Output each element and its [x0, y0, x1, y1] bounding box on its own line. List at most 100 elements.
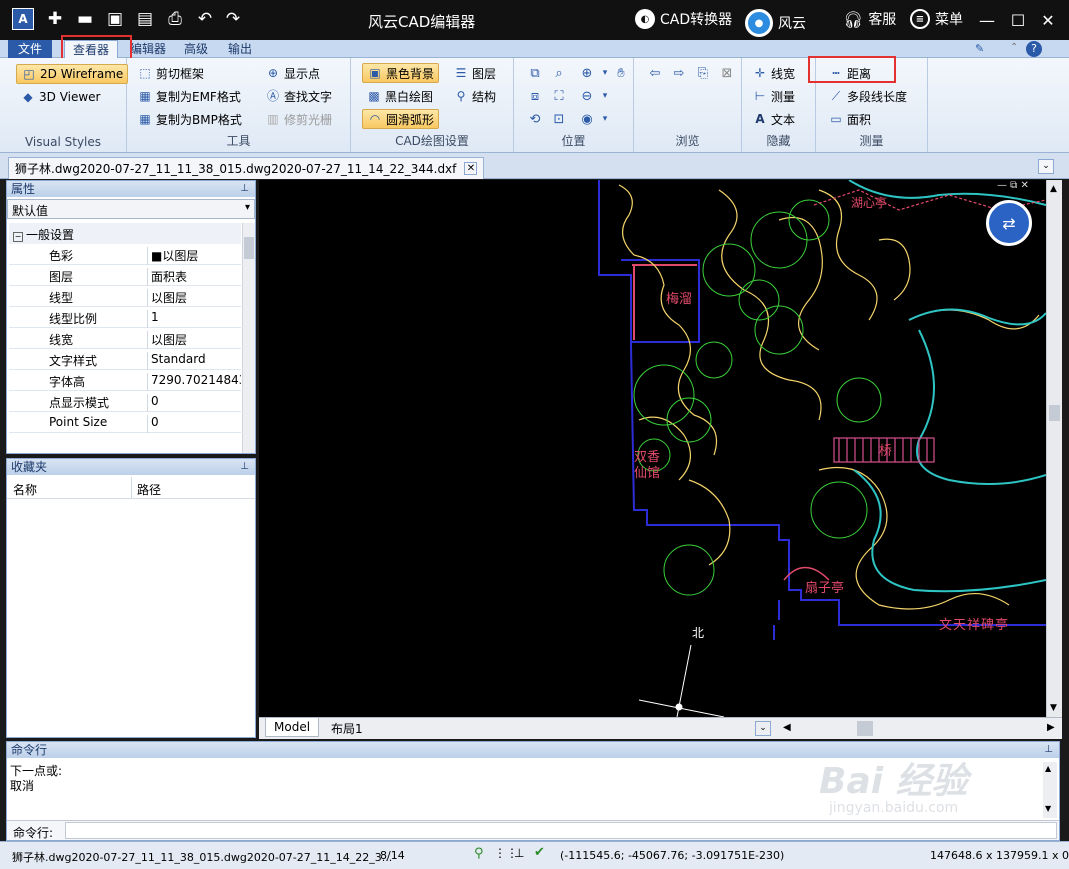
property-row[interactable]: 线宽 以图层 — [9, 328, 241, 349]
help-icon[interactable]: ? — [1026, 41, 1042, 57]
pan-window-icon[interactable]: ⧉ — [526, 64, 544, 82]
copy-bmp-button[interactable]: ▦ 复制为BMP格式 — [137, 109, 242, 129]
collapse-ribbon-icon[interactable]: ⌃ — [1010, 42, 1018, 53]
trim-raster-button[interactable]: ▥ 修剪光栅 — [265, 109, 332, 129]
line-width-button[interactable]: ✛ 线宽 — [752, 63, 795, 83]
property-row[interactable]: 图层 面积表 — [9, 265, 241, 286]
save-icon[interactable]: ▣ — [104, 8, 126, 30]
zoom-extents-icon[interactable]: ⛶ — [550, 87, 568, 105]
text-hide-button[interactable]: A 文本 — [752, 109, 795, 129]
zoom-window-icon[interactable]: ⌕ — [550, 64, 568, 82]
open-folder-icon[interactable]: ▬ — [74, 8, 96, 30]
cad-converter-button[interactable]: ◐ CAD转换器 — [635, 9, 732, 29]
property-row[interactable]: Point Size 0 — [9, 412, 241, 433]
pan-hand-icon[interactable]: ✋︎ — [612, 64, 630, 82]
canvas-vertical-scrollbar[interactable]: ▲ ▼ — [1046, 180, 1062, 717]
horizontal-scroll-thumb[interactable] — [857, 721, 873, 736]
document-tab[interactable]: 狮子林.dwg2020-07-27_11_11_38_015.dwg2020-0… — [8, 157, 485, 179]
command-input[interactable] — [65, 822, 1057, 839]
pin-icon[interactable]: ⊥ — [240, 459, 249, 475]
zoom-previous-icon[interactable]: ⊡ — [550, 110, 568, 128]
layout-dropdown-icon[interactable]: ⌄ — [755, 721, 771, 736]
fit-width-icon[interactable]: ⧈ — [526, 87, 544, 105]
copy-emf-button[interactable]: ▦ 复制为EMF格式 — [137, 86, 241, 106]
copy-view-icon[interactable]: ⎘ — [694, 64, 712, 82]
close-icon[interactable]: ✕ — [1036, 8, 1060, 32]
zoom-out-dropdown-icon[interactable]: ▾ — [596, 87, 614, 105]
scroll-left-icon[interactable]: ◀ — [783, 722, 791, 733]
column-name[interactable]: 名称 — [13, 481, 37, 498]
scroll-thumb[interactable] — [244, 237, 254, 259]
highlight-distance-button — [808, 56, 896, 83]
polyline-length-button[interactable]: ⟋ 多段线长度 — [828, 86, 907, 106]
property-name: 字体高 — [49, 375, 86, 389]
scroll-up-icon[interactable]: ▲ — [1050, 184, 1057, 194]
arrow-left-icon[interactable]: ⇦ — [646, 64, 664, 82]
drawing-canvas[interactable]: 湖心亭 梅溜 双香 仙馆 桥 扇子亭 文天祥碑亭 北 ⇄ — ⧉ ✕ — [259, 180, 1046, 717]
property-row[interactable]: 字体高 7290.702148438 — [9, 370, 241, 391]
column-path[interactable]: 路径 — [137, 481, 161, 498]
structure-button[interactable]: ⚲ 结构 — [453, 86, 496, 106]
headset-icon: 🎧︎ — [843, 9, 864, 29]
new-file-icon[interactable]: ✚ — [44, 8, 66, 30]
paste-view-icon[interactable]: ⊠ — [718, 64, 736, 82]
save-as-icon[interactable]: ▤ — [134, 8, 156, 30]
property-row[interactable]: 点显示模式 0 — [9, 391, 241, 412]
minimize-icon[interactable]: — — [975, 8, 999, 32]
check-icon[interactable]: ✔ — [534, 845, 545, 860]
bw-drawing-button[interactable]: ▩ 黑白绘图 — [366, 86, 433, 106]
properties-scrollbar[interactable] — [242, 223, 255, 453]
viewport-controls-icon[interactable]: — ⧉ ✕ — [997, 180, 1029, 191]
measure-hide-button[interactable]: ⊢ 测量 — [752, 86, 795, 106]
fengyun-button[interactable]: ● 风云 — [745, 9, 806, 37]
redo-icon[interactable]: ↷ — [222, 8, 244, 30]
section-general[interactable]: − 一般设置 — [9, 223, 241, 244]
properties-header: 属性 ⊥ — [7, 181, 255, 197]
property-row[interactable]: 色彩 ■以图层 — [9, 244, 241, 265]
customer-service-button[interactable]: 🎧︎ 客服 — [843, 9, 896, 29]
orbit-icon[interactable]: ◉ — [578, 110, 596, 128]
print-icon[interactable]: ⎙ — [164, 8, 186, 30]
clip-frame-button[interactable]: ⬚ 剪切框架 — [137, 63, 204, 83]
translate-icon[interactable]: ⇄ — [986, 200, 1032, 246]
tab-list-dropdown-icon[interactable]: ⌄ — [1038, 159, 1054, 174]
zoom-in-icon[interactable]: ⊕ — [578, 64, 596, 82]
scroll-down-icon[interactable]: ▼ — [1045, 804, 1051, 813]
property-row[interactable]: 线型 以图层 — [9, 286, 241, 307]
show-points-button[interactable]: ⊕ 显示点 — [265, 63, 320, 83]
scroll-right-icon[interactable]: ▶ — [1047, 722, 1055, 733]
tab-file[interactable]: 文件 — [8, 40, 52, 58]
tab-layout1[interactable]: 布局1 — [325, 720, 369, 737]
tab-output[interactable]: 输出 — [220, 40, 260, 58]
viewer-3d-button[interactable]: ◆ 3D Viewer — [20, 87, 100, 107]
pin-icon[interactable]: ⊥ — [240, 181, 249, 197]
scroll-thumb[interactable] — [1049, 405, 1060, 421]
smooth-arc-button[interactable]: ◠ 圆滑弧形 — [362, 109, 440, 129]
tab-model[interactable]: Model — [265, 718, 320, 737]
edit-style-icon[interactable]: ✎ — [975, 42, 989, 56]
area-button[interactable]: ▭ 面积 — [828, 109, 871, 129]
scroll-up-icon[interactable]: ▲ — [1045, 764, 1051, 773]
arrow-right-icon[interactable]: ⇨ — [670, 64, 688, 82]
tab-advanced[interactable]: 高级 — [176, 40, 216, 58]
pin-icon[interactable]: ⊥ — [1044, 742, 1053, 758]
find-text-button[interactable]: Ⓐ 查找文字 — [265, 86, 332, 106]
menu-button[interactable]: ≡ 菜单 — [910, 9, 963, 29]
snap-icon[interactable]: ⚲ — [474, 846, 484, 861]
layers-button[interactable]: ☰ 图层 — [453, 63, 496, 83]
zoom-out-icon[interactable]: ⊖ — [578, 87, 596, 105]
maximize-icon[interactable]: ☐ — [1006, 8, 1030, 32]
rotate-view-icon[interactable]: ⟲ — [526, 110, 544, 128]
properties-selector[interactable]: 默认值 ▾ — [7, 199, 255, 219]
ortho-icon[interactable]: ⊥ — [514, 846, 524, 860]
scroll-down-icon[interactable]: ▼ — [1050, 703, 1057, 713]
undo-icon[interactable]: ↶ — [194, 8, 216, 30]
property-row[interactable]: 线型比例 1 — [9, 307, 241, 328]
menu-label: 菜单 — [935, 12, 963, 28]
orbit-dropdown-icon[interactable]: ▾ — [596, 110, 614, 128]
close-tab-icon[interactable]: ✕ — [464, 162, 478, 175]
wireframe-2d-button[interactable]: ◰ 2D Wireframe — [16, 64, 129, 84]
property-row[interactable]: 文字样式 Standard — [9, 349, 241, 370]
black-background-button[interactable]: ▣ 黑色背景 — [362, 63, 440, 83]
command-scrollbar[interactable]: ▲ ▼ — [1043, 762, 1057, 818]
